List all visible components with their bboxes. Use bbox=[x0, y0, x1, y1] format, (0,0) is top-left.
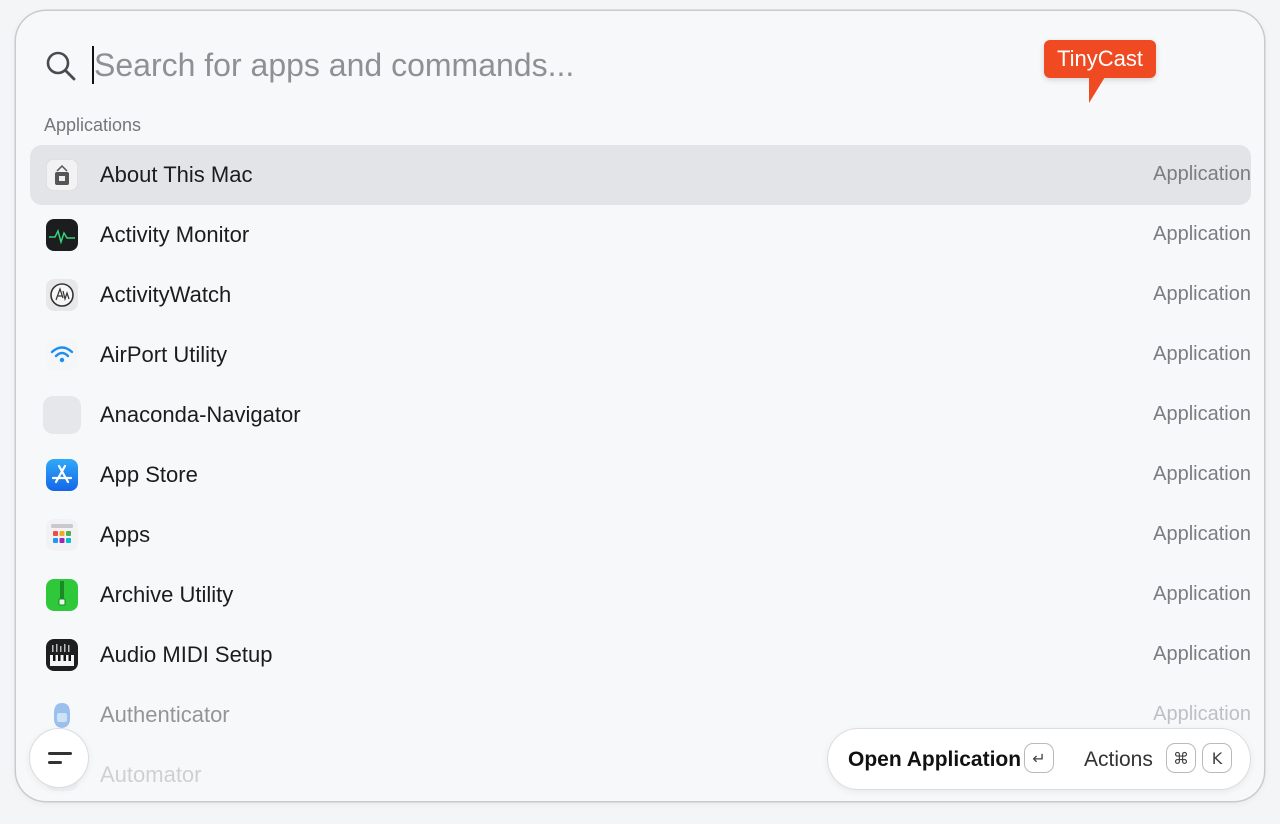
airport-utility-icon bbox=[46, 339, 78, 371]
item-name: Apps bbox=[100, 522, 151, 547]
item-name: ActivityWatch bbox=[100, 282, 232, 307]
item-kind: Application bbox=[1153, 703, 1251, 725]
item-name: Archive Utility bbox=[100, 582, 234, 607]
k-key-hint: K bbox=[1202, 743, 1232, 773]
item-kind: Application bbox=[1153, 223, 1251, 245]
open-application-button[interactable]: Open Application bbox=[848, 748, 1021, 772]
menu-button[interactable] bbox=[30, 729, 88, 787]
item-name: App Store bbox=[100, 462, 198, 487]
launcher-window: TinyCast Applications About This Mac App… bbox=[16, 11, 1264, 801]
menu-line-icon bbox=[48, 752, 72, 755]
archive-utility-icon bbox=[46, 579, 78, 611]
list-item[interactable]: About This Mac Application bbox=[30, 145, 1251, 205]
list-item[interactable]: Apps Application bbox=[30, 505, 1251, 565]
item-name: Automator bbox=[100, 762, 202, 787]
list-item[interactable]: ActivityWatch Application bbox=[30, 265, 1251, 325]
list-item[interactable]: App Store Application bbox=[30, 445, 1251, 505]
authenticator-icon bbox=[46, 699, 78, 731]
list-item[interactable]: Archive Utility Application bbox=[30, 565, 1251, 625]
list-item[interactable]: AirPort Utility Application bbox=[30, 325, 1251, 385]
section-header: Applications bbox=[44, 115, 142, 135]
about-this-mac-icon bbox=[46, 159, 78, 191]
menu-line-icon bbox=[48, 761, 62, 764]
item-kind: Application bbox=[1153, 343, 1251, 365]
brand-badge-tail bbox=[1089, 77, 1105, 103]
return-key-hint: ↵ bbox=[1024, 743, 1054, 773]
actions-button[interactable]: Actions bbox=[1084, 748, 1153, 772]
item-name: Anaconda-Navigator bbox=[100, 402, 301, 427]
brand-badge: TinyCast bbox=[1044, 40, 1156, 78]
results-list: About This Mac Application Activity Moni… bbox=[30, 145, 1251, 801]
item-name: Authenticator bbox=[100, 702, 230, 727]
apps-icon bbox=[46, 519, 78, 551]
activitywatch-icon bbox=[46, 279, 78, 311]
item-name: Activity Monitor bbox=[100, 222, 250, 247]
command-key-hint: ⌘ bbox=[1166, 743, 1196, 773]
item-kind: Application bbox=[1153, 463, 1251, 485]
search-bar: TinyCast bbox=[16, 11, 1264, 111]
item-kind: Application bbox=[1153, 283, 1251, 305]
item-kind: Application bbox=[1153, 403, 1251, 425]
item-kind: Application bbox=[1153, 583, 1251, 605]
item-kind: Application bbox=[1153, 163, 1251, 185]
activity-monitor-icon bbox=[46, 219, 78, 251]
item-name: AirPort Utility bbox=[100, 342, 228, 367]
list-item[interactable]: Audio MIDI Setup Application bbox=[30, 625, 1251, 685]
audio-midi-setup-icon bbox=[46, 639, 78, 671]
anaconda-navigator-icon bbox=[43, 396, 81, 434]
search-input[interactable] bbox=[94, 41, 994, 89]
item-kind: Application bbox=[1153, 643, 1251, 665]
app-store-icon bbox=[46, 459, 78, 491]
search-icon bbox=[46, 51, 76, 81]
list-item[interactable]: Anaconda-Navigator Application bbox=[30, 385, 1251, 445]
item-name: About This Mac bbox=[100, 162, 253, 187]
action-bar: Open Application ↵ Actions ⌘ K bbox=[828, 729, 1250, 789]
item-name: Audio MIDI Setup bbox=[100, 642, 273, 667]
item-kind: Application bbox=[1153, 523, 1251, 545]
list-item[interactable]: Activity Monitor Application bbox=[30, 205, 1251, 265]
